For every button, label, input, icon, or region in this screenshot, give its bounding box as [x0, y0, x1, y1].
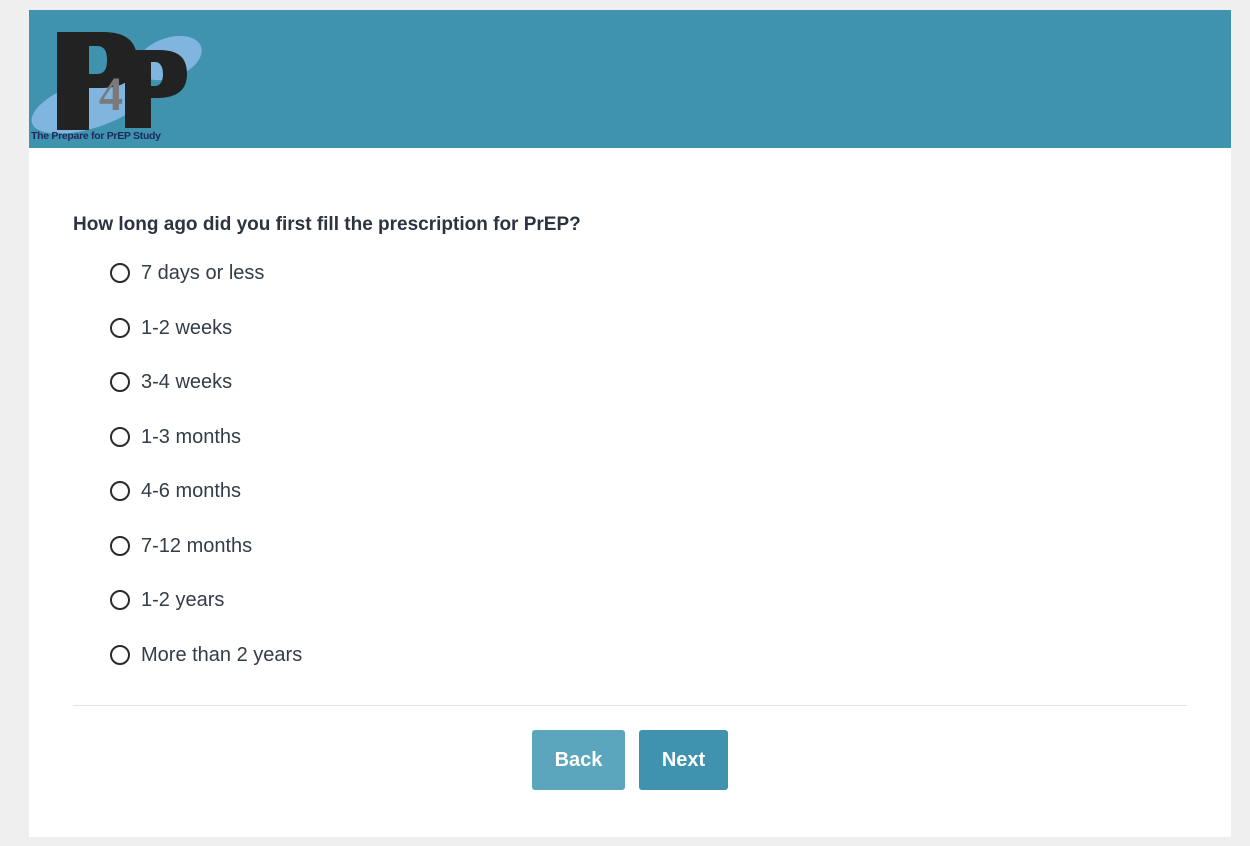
radio-button[interactable] [110, 263, 130, 283]
radio-button[interactable] [110, 372, 130, 392]
option-4-6-months[interactable]: 4-6 months [110, 477, 610, 532]
option-1-2-weeks[interactable]: 1-2 weeks [110, 314, 610, 369]
option-label: 1-2 years [141, 589, 225, 611]
divider [73, 705, 1187, 706]
study-logo: 4 The Prepare for PrEP Study [29, 28, 204, 142]
back-button[interactable]: Back [532, 730, 625, 790]
header-banner: 4 The Prepare for PrEP Study [29, 10, 1231, 148]
p4p-logo-graphic: 4 [31, 32, 202, 134]
option-label: 3-4 weeks [141, 371, 233, 393]
option-1-3-months[interactable]: 1-3 months [110, 423, 610, 478]
option-label: More than 2 years [141, 643, 303, 666]
option-7-12-months[interactable]: 7-12 months [110, 532, 610, 587]
answer-options: 7 days or less 1-2 weeks 3-4 weeks 1-3 m… [110, 259, 610, 695]
svg-text:4: 4 [99, 68, 123, 121]
option-label: 1-3 months [141, 425, 242, 448]
option-1-2-years[interactable]: 1-2 years [110, 586, 610, 641]
radio-button[interactable] [110, 426, 130, 447]
radio-button[interactable] [110, 317, 130, 338]
option-label: 4-6 months [141, 480, 242, 502]
option-label: 1-2 weeks [141, 316, 233, 339]
radio-button[interactable] [110, 481, 130, 501]
option-label: 7-12 months [141, 534, 253, 557]
option-3-4-weeks[interactable]: 3-4 weeks [110, 368, 610, 423]
survey-page: 4 The Prepare for PrEP Study How long ag… [29, 10, 1231, 837]
option-7-days-or-less[interactable]: 7 days or less [110, 259, 610, 314]
logo-caption: The Prepare for PrEP Study [31, 130, 161, 142]
option-more-than-2-years[interactable]: More than 2 years [110, 641, 610, 696]
question-text: How long ago did you first fill the pres… [73, 214, 581, 235]
next-button[interactable]: Next [639, 730, 728, 790]
radio-button[interactable] [110, 644, 130, 665]
radio-button[interactable] [110, 535, 130, 556]
option-label: 7 days or less [141, 262, 265, 284]
radio-button[interactable] [110, 590, 130, 610]
